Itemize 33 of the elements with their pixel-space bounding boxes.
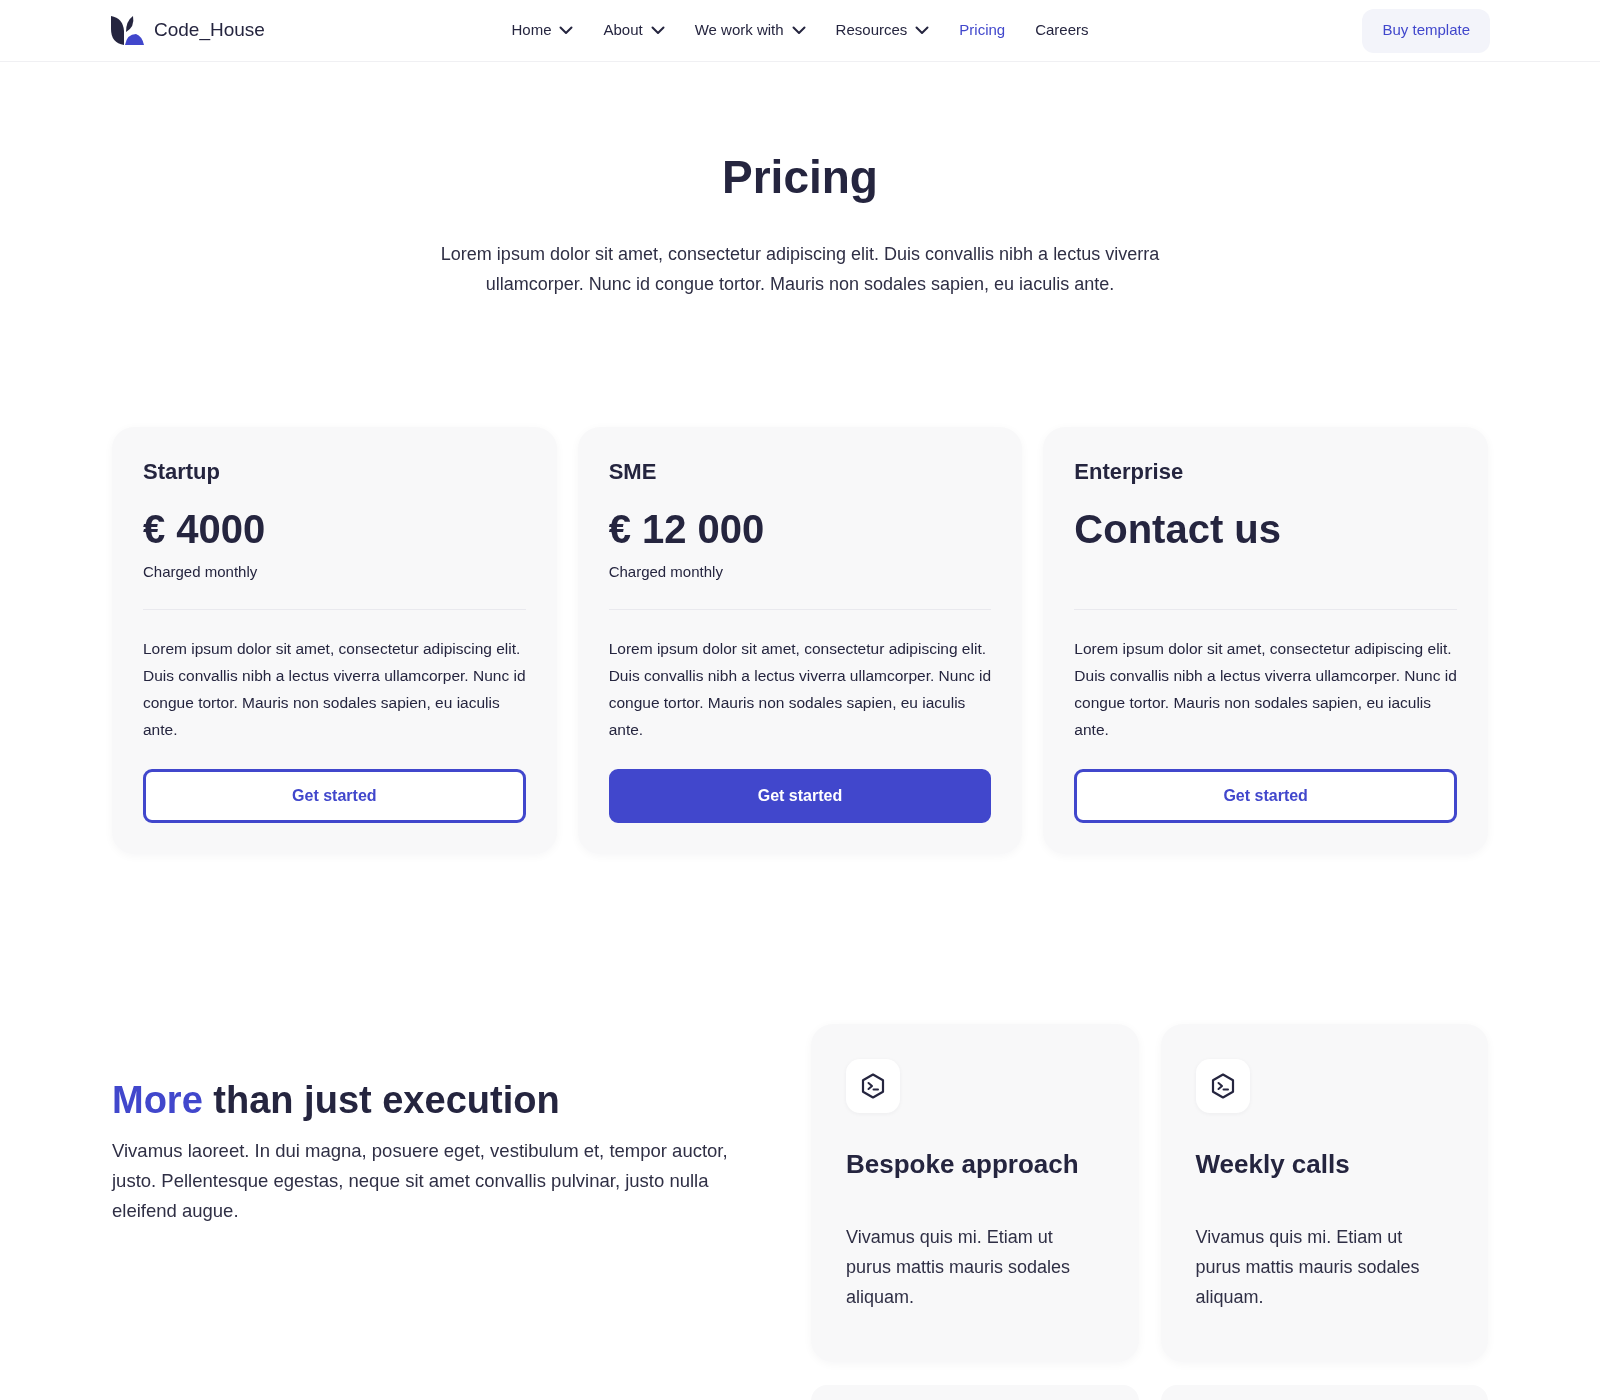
- nav-link[interactable]: Pricing: [959, 19, 1006, 42]
- nav-link[interactable]: We work with: [694, 19, 806, 42]
- nav-link[interactable]: Home: [511, 19, 574, 42]
- plan-name: Startup: [143, 458, 221, 486]
- feature-title: Bespoke approach: [846, 1148, 1080, 1181]
- page-title: Pricing: [722, 150, 878, 205]
- logo-icon: [110, 15, 144, 46]
- terminal-icon: [1195, 1059, 1250, 1113]
- nav-link[interactable]: Resources: [835, 19, 930, 42]
- feature-text: Vivamus quis mi. Etiam ut purus mattis mauris sodales aliquam.: [846, 1226, 1072, 1309]
- nav-link[interactable]: About: [603, 19, 665, 42]
- plan-name: Enterprise: [1074, 458, 1185, 486]
- feature-text: Vivamus quis mi. Etiam ut purus mattis mauris sodales aliquam.: [1195, 1226, 1421, 1309]
- page-subtitle: Lorem ipsum dolor sit amet, consectetur adipiscing elit. Duis convallis nibh a lectus viverra ullamcorper. Nunc id congue tortor. Mauris non sodales sapien, eu iaculis ante.: [439, 243, 1161, 296]
- plan-name: SME: [608, 458, 658, 486]
- feature-title: Weekly calls: [1195, 1148, 1351, 1181]
- get-started-button[interactable]: Get started: [1074, 769, 1457, 823]
- plan-price: Contact us: [1074, 506, 1282, 553]
- get-started-button[interactable]: Get started: [143, 769, 526, 823]
- buy-template-button[interactable]: Buy template: [1362, 8, 1490, 53]
- billing-note: Charged monthly: [143, 562, 259, 582]
- section-text: Vivamus laoreet. In dui magna, posuere eget, vestibulum et, tempor auctor, justo. Pellentesque egestas, neque sit amet convallis pulvinar, justo nulla eleifend augue.: [112, 1139, 729, 1223]
- terminal-icon: [846, 1059, 900, 1113]
- plan-description: Lorem ipsum dolor sit amet, consectetur adipiscing elit. Duis convallis nibh a lectus viverra ullamcorper. Nunc id congue tortor. Mauris non sodales sapien, eu iaculis ante.: [608, 639, 992, 740]
- logo-text: Code_House: [154, 18, 265, 43]
- plan-price: € 4000: [143, 506, 267, 553]
- get-started-button[interactable]: Get started: [608, 769, 992, 823]
- section-title: More than just execution: [112, 1078, 561, 1123]
- plan-price: € 12 000: [608, 506, 766, 553]
- plan-description: Lorem ipsum dolor sit amet, consectetur adipiscing elit. Duis convallis nibh a lectus viverra ullamcorper. Nunc id congue tortor. Mauris non sodales sapien, eu iaculis ante.: [1074, 639, 1457, 740]
- billing-note: Charged monthly: [608, 562, 724, 582]
- plan-description: Lorem ipsum dolor sit amet, consectetur adipiscing elit. Duis convallis nibh a lectus viverra ullamcorper. Nunc id congue tortor. Mauris non sodales sapien, eu iaculis ante.: [143, 639, 526, 740]
- nav-link[interactable]: Careers: [1035, 19, 1089, 42]
